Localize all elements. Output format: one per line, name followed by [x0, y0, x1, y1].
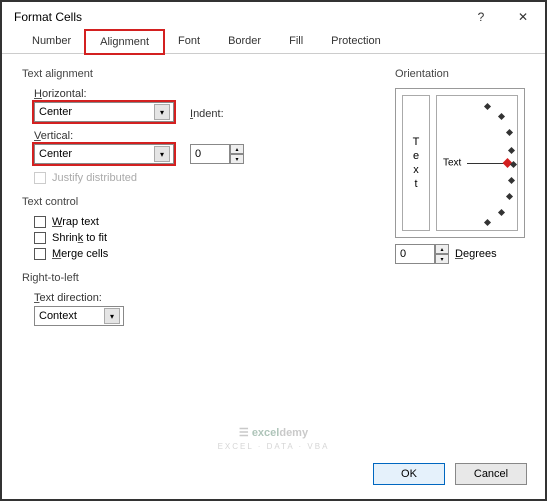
- checkbox-box: [34, 216, 46, 228]
- tab-fill[interactable]: Fill: [275, 30, 317, 53]
- indent-spinner[interactable]: ▴ ▾: [190, 144, 244, 164]
- dial-dot: [506, 193, 513, 200]
- tab-protection[interactable]: Protection: [317, 30, 395, 53]
- vertical-select[interactable]: Center ▾: [34, 144, 174, 164]
- direction-value: Context: [39, 310, 77, 322]
- degrees-input[interactable]: [395, 244, 435, 264]
- chevron-down-icon: ▾: [154, 104, 170, 120]
- tab-font[interactable]: Font: [164, 30, 214, 53]
- dial-label: Text: [443, 158, 461, 169]
- vertical-label: Vertical:: [34, 130, 174, 142]
- tab-content: Text alignment Horizontal: Center ▾ Inde…: [2, 54, 545, 424]
- checkbox-box: [34, 232, 46, 244]
- tabs-bar: Number Alignment Font Border Fill Protec…: [2, 30, 545, 54]
- orientation-vertical-button[interactable]: Text: [402, 95, 430, 231]
- help-button[interactable]: ?: [469, 10, 493, 24]
- cancel-button[interactable]: Cancel: [455, 463, 527, 485]
- horizontal-label: Horizontal:: [34, 88, 174, 100]
- degrees-down[interactable]: ▾: [435, 254, 449, 264]
- checkbox-box: [34, 172, 46, 184]
- dial-dot: [506, 129, 513, 136]
- dialog-title: Format Cells: [14, 10, 82, 24]
- tab-alignment[interactable]: Alignment: [85, 30, 164, 54]
- dial-dot: [508, 147, 515, 154]
- dial-dot: [508, 177, 515, 184]
- orientation-dial[interactable]: Text: [436, 95, 518, 231]
- text-direction-label: Text direction:: [34, 292, 102, 304]
- indent-input[interactable]: [190, 144, 230, 164]
- orientation-box: Text Text: [395, 88, 525, 238]
- wrap-label: Wrap text: [52, 216, 99, 228]
- dial-dot: [484, 103, 491, 110]
- degrees-label: Degrees: [455, 248, 497, 260]
- dial-dot: [498, 113, 505, 120]
- orientation-group: Orientation Text Text: [395, 68, 525, 264]
- horizontal-select[interactable]: Center ▾: [34, 102, 174, 122]
- indent-label: Indent:: [190, 108, 224, 120]
- degrees-up[interactable]: ▴: [435, 244, 449, 254]
- vertical-value: Center: [39, 148, 72, 160]
- shrink-label: Shrink to fit: [52, 232, 107, 244]
- close-button[interactable]: ✕: [511, 10, 535, 24]
- orientation-label: Orientation: [395, 68, 525, 80]
- tab-number[interactable]: Number: [18, 30, 85, 53]
- ok-button[interactable]: OK: [373, 463, 445, 485]
- window-controls: ? ✕: [469, 10, 535, 24]
- dial-line: [467, 163, 505, 164]
- checkbox-box: [34, 248, 46, 260]
- dial-dot: [510, 161, 517, 168]
- justify-label: Justify distributed: [52, 172, 137, 184]
- tab-border[interactable]: Border: [214, 30, 275, 53]
- dial-dot: [484, 219, 491, 226]
- titlebar: Format Cells ? ✕: [2, 2, 545, 30]
- dial-dot: [498, 209, 505, 216]
- degrees-spinner[interactable]: ▴ ▾: [395, 244, 449, 264]
- dialog-buttons: OK Cancel: [373, 463, 527, 485]
- chevron-down-icon: ▾: [104, 308, 120, 324]
- indent-down[interactable]: ▾: [230, 154, 244, 164]
- text-direction-select[interactable]: Context ▾: [34, 306, 124, 326]
- merge-label: Merge cells: [52, 248, 108, 260]
- rtl-label: Right-to-left: [22, 272, 525, 284]
- chevron-down-icon: ▾: [154, 146, 170, 162]
- indent-up[interactable]: ▴: [230, 144, 244, 154]
- watermark: ☰ exceldemy EXCEL · DATA · VBA: [218, 419, 330, 451]
- horizontal-value: Center: [39, 106, 72, 118]
